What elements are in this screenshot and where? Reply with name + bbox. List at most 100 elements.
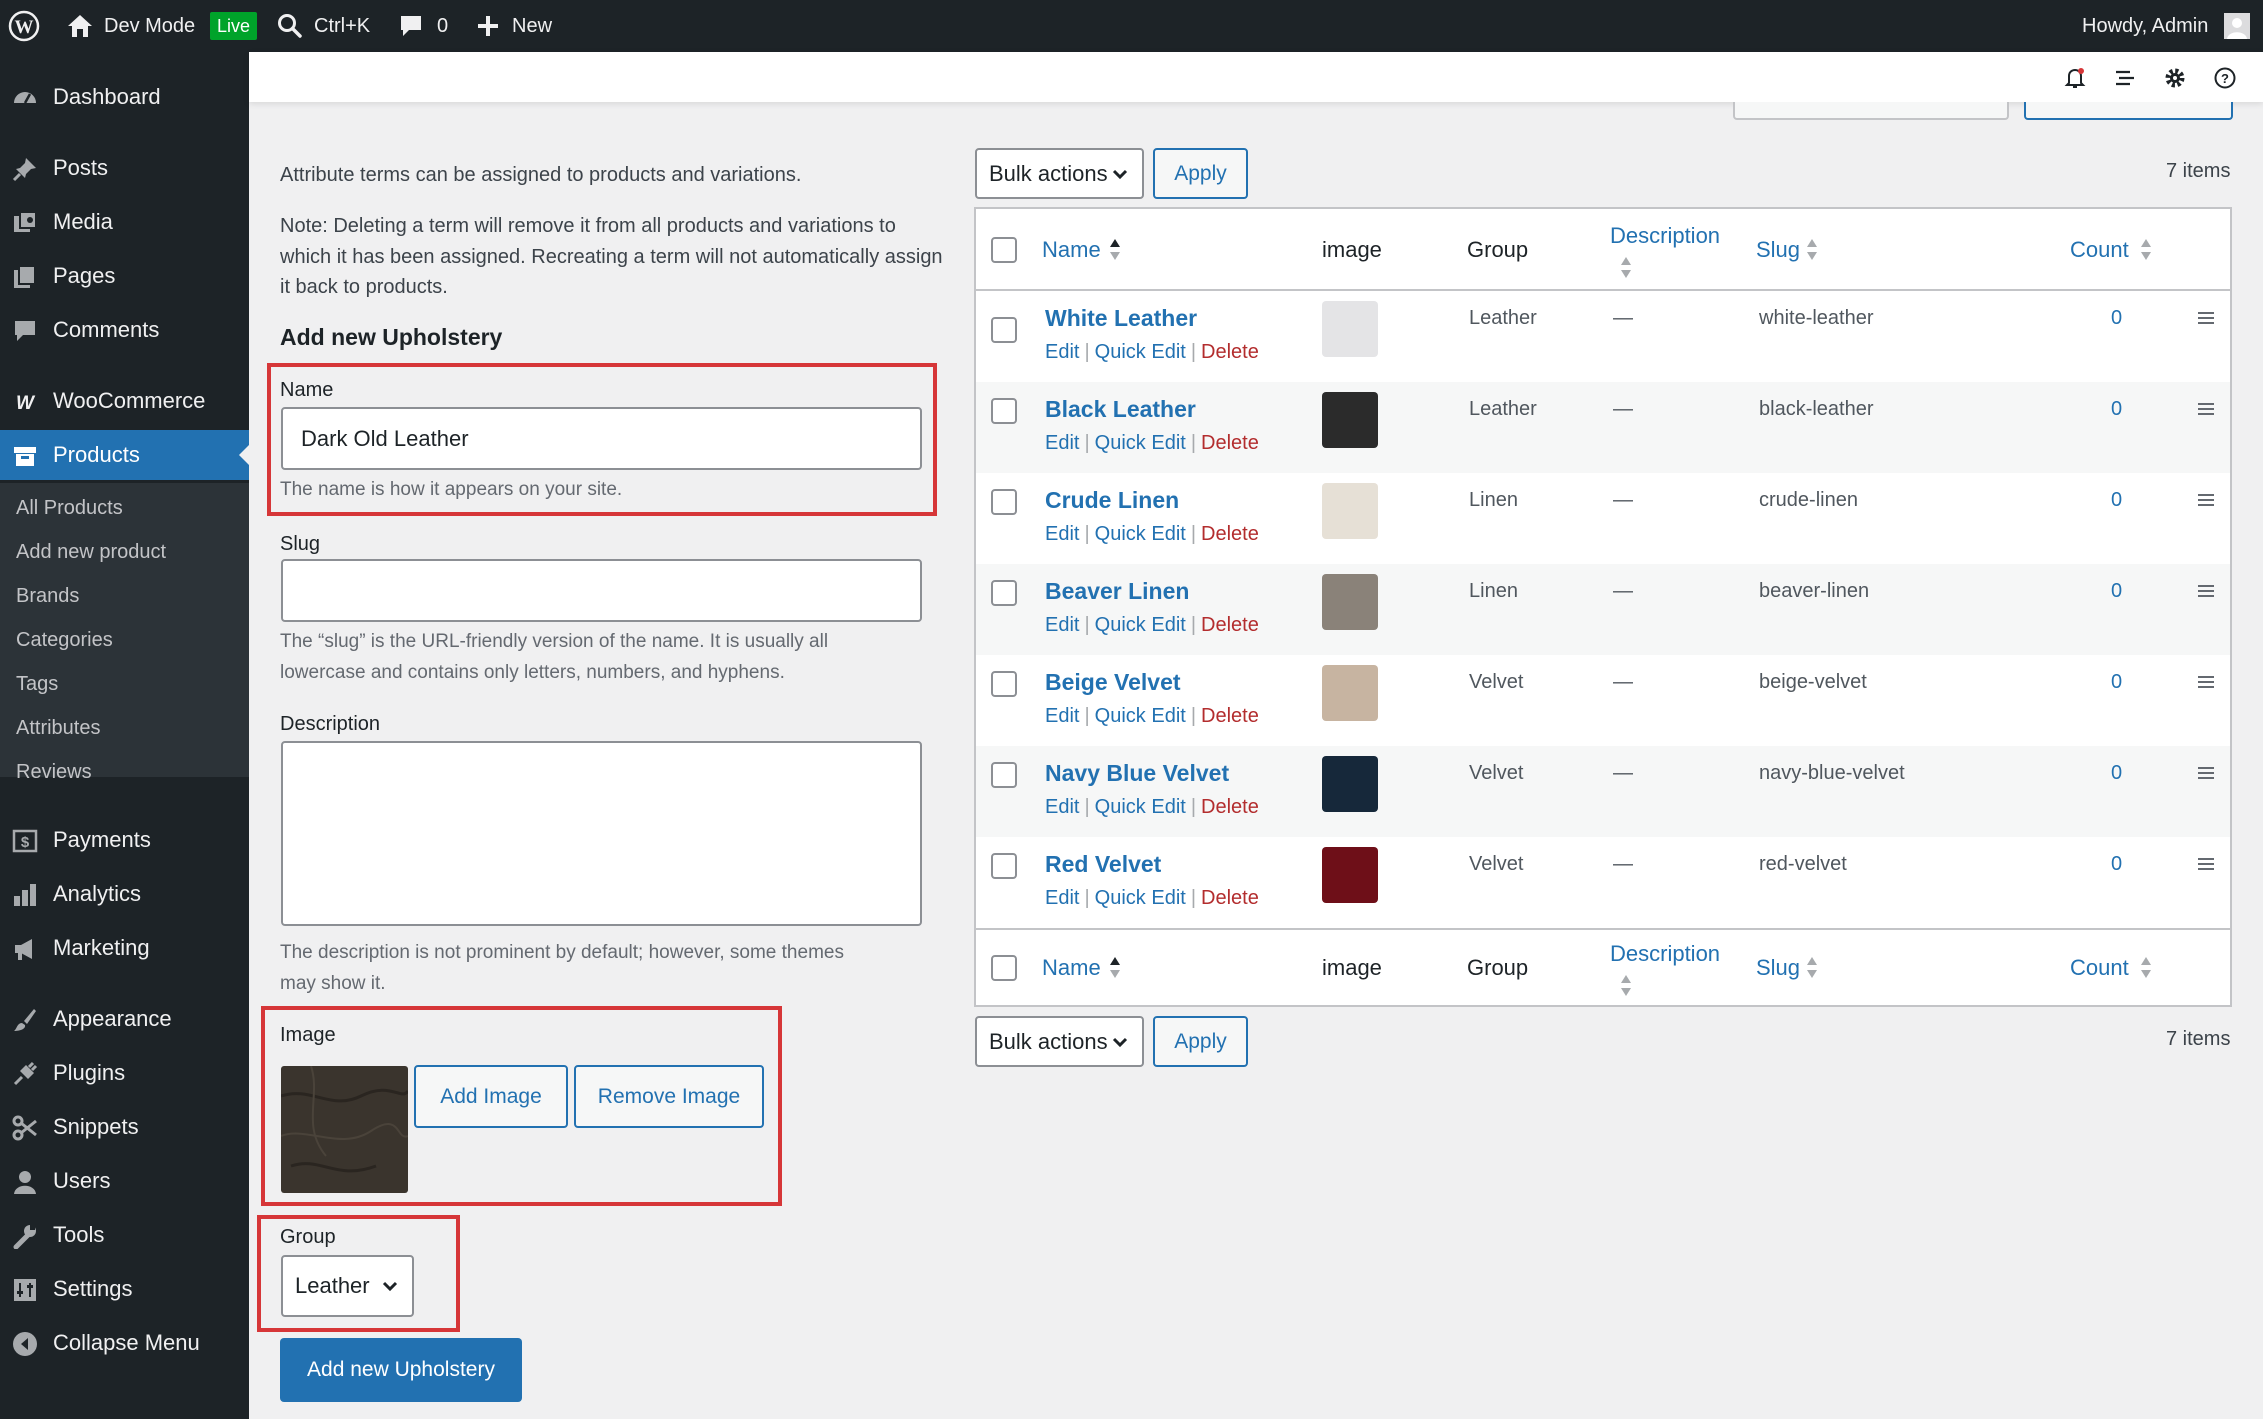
edit-link[interactable]: Edit — [1045, 341, 1079, 363]
sidebar-item-products[interactable]: Products — [0, 430, 249, 480]
term-count[interactable]: 0 — [2111, 307, 2122, 330]
edit-link[interactable]: Edit — [1045, 887, 1079, 909]
delete-link[interactable]: Delete — [1201, 614, 1259, 636]
row-checkbox[interactable] — [991, 317, 1017, 343]
sidebar-item-snippets[interactable]: Snippets — [0, 1102, 249, 1152]
delete-link[interactable]: Delete — [1201, 341, 1259, 363]
add-image-button[interactable]: Add Image — [414, 1065, 568, 1128]
delete-link[interactable]: Delete — [1201, 523, 1259, 545]
column-footer-slug[interactable]: Slug — [1756, 955, 1800, 981]
drag-handle-icon[interactable] — [2198, 493, 2214, 507]
column-footer-name[interactable]: Name — [1042, 955, 1101, 981]
column-footer-count[interactable]: Count — [2070, 955, 2129, 981]
quick-edit-link[interactable]: Quick Edit — [1095, 614, 1186, 636]
row-checkbox[interactable] — [991, 489, 1017, 515]
group-select[interactable]: Leather — [281, 1255, 414, 1317]
drag-handle-icon[interactable] — [2198, 584, 2214, 598]
drag-handle-icon[interactable] — [2198, 857, 2214, 871]
comment-icon[interactable] — [398, 0, 424, 52]
edit-link[interactable]: Edit — [1045, 432, 1079, 454]
sort-ascending-icon[interactable] — [1108, 235, 1122, 265]
help-icon[interactable]: ? — [2213, 66, 2237, 90]
sidebar-item-woocommerce[interactable]: W WooCommerce — [0, 376, 249, 426]
column-header-count[interactable]: Count — [2070, 237, 2129, 263]
home-icon[interactable] — [66, 0, 94, 52]
bulk-actions-select-top[interactable]: Bulk actions — [975, 148, 1144, 199]
quick-edit-link[interactable]: Quick Edit — [1095, 796, 1186, 818]
quick-edit-link[interactable]: Quick Edit — [1095, 432, 1186, 454]
quick-edit-link[interactable]: Quick Edit — [1095, 341, 1186, 363]
sidebar-item-settings[interactable]: Settings — [0, 1264, 249, 1314]
row-checkbox[interactable] — [991, 853, 1017, 879]
row-checkbox[interactable] — [991, 762, 1017, 788]
submenu-all-products[interactable]: All Products — [16, 493, 123, 523]
search-button-partial[interactable] — [2024, 102, 2233, 120]
term-name-link[interactable]: Beaver Linen — [1045, 578, 1189, 605]
search-box-partial[interactable] — [1733, 102, 2009, 120]
sidebar-item-marketing[interactable]: Marketing — [0, 923, 249, 973]
term-name-link[interactable]: White Leather — [1045, 305, 1197, 332]
search-icon[interactable] — [277, 0, 303, 52]
submenu-attributes[interactable]: Attributes — [16, 713, 100, 743]
search-shortcut[interactable]: Ctrl+K — [314, 0, 370, 52]
sort-icon[interactable] — [1619, 253, 1633, 283]
submenu-add-new-product[interactable]: Add new product — [16, 537, 166, 567]
term-name-link[interactable]: Red Velvet — [1045, 851, 1161, 878]
term-name-link[interactable]: Beige Velvet — [1045, 669, 1181, 696]
quick-edit-link[interactable]: Quick Edit — [1095, 887, 1186, 909]
select-all-checkbox[interactable] — [991, 237, 1017, 263]
delete-link[interactable]: Delete — [1201, 796, 1259, 818]
edit-link[interactable]: Edit — [1045, 523, 1079, 545]
term-count[interactable]: 0 — [2111, 489, 2122, 512]
howdy-user[interactable]: Howdy, Admin — [2082, 0, 2208, 52]
column-footer-description[interactable]: Description — [1610, 941, 1720, 967]
drag-handle-icon[interactable] — [2198, 766, 2214, 780]
quick-edit-link[interactable]: Quick Edit — [1095, 523, 1186, 545]
term-name-link[interactable]: Crude Linen — [1045, 487, 1179, 514]
sidebar-item-dashboard[interactable]: Dashboard — [0, 72, 249, 122]
column-header-description[interactable]: Description — [1610, 223, 1720, 249]
sidebar-item-payments[interactable]: $ Payments — [0, 815, 249, 865]
edit-link[interactable]: Edit — [1045, 614, 1079, 636]
sidebar-item-tools[interactable]: Tools — [0, 1210, 249, 1260]
submenu-categories[interactable]: Categories — [16, 625, 113, 655]
quick-edit-link[interactable]: Quick Edit — [1095, 705, 1186, 727]
sidebar-item-plugins[interactable]: Plugins — [0, 1048, 249, 1098]
select-all-checkbox-footer[interactable] — [991, 955, 1017, 981]
slug-input[interactable] — [281, 559, 922, 622]
delete-link[interactable]: Delete — [1201, 887, 1259, 909]
sidebar-item-comments[interactable]: Comments — [0, 305, 249, 355]
drag-handle-icon[interactable] — [2198, 311, 2214, 325]
term-count[interactable]: 0 — [2111, 580, 2122, 603]
term-name-link[interactable]: Navy Blue Velvet — [1045, 760, 1229, 787]
edit-link[interactable]: Edit — [1045, 705, 1079, 727]
remove-image-button[interactable]: Remove Image — [574, 1065, 764, 1128]
sidebar-item-posts[interactable]: Posts — [0, 143, 249, 193]
sort-ascending-icon[interactable] — [1108, 953, 1122, 983]
term-name-link[interactable]: Black Leather — [1045, 396, 1196, 423]
notification-bell-icon[interactable] — [2063, 66, 2087, 90]
plus-icon[interactable] — [476, 0, 500, 52]
new-content-link[interactable]: New — [512, 0, 552, 52]
sort-icon[interactable] — [1805, 235, 1819, 265]
row-checkbox[interactable] — [991, 398, 1017, 424]
gear-icon[interactable] — [2163, 66, 2187, 90]
site-name-link[interactable]: Dev Mode — [104, 0, 195, 52]
drag-handle-icon[interactable] — [2198, 402, 2214, 416]
term-count[interactable]: 0 — [2111, 853, 2122, 876]
sidebar-item-collapse-menu[interactable]: Collapse Menu — [0, 1318, 249, 1368]
term-count[interactable]: 0 — [2111, 671, 2122, 694]
column-header-slug[interactable]: Slug — [1756, 237, 1800, 263]
delete-link[interactable]: Delete — [1201, 705, 1259, 727]
submenu-tags[interactable]: Tags — [16, 669, 58, 699]
term-count[interactable]: 0 — [2111, 762, 2122, 785]
submenu-reviews[interactable]: Reviews — [16, 757, 92, 787]
row-checkbox[interactable] — [991, 580, 1017, 606]
bulk-actions-select-bottom[interactable]: Bulk actions — [975, 1016, 1144, 1067]
sidebar-item-pages[interactable]: Pages — [0, 251, 249, 301]
apply-button-bottom[interactable]: Apply — [1153, 1016, 1248, 1067]
avatar[interactable] — [2224, 0, 2250, 52]
apply-button-top[interactable]: Apply — [1153, 148, 1248, 199]
sort-icon[interactable] — [1805, 953, 1819, 983]
sidebar-item-media[interactable]: Media — [0, 197, 249, 247]
